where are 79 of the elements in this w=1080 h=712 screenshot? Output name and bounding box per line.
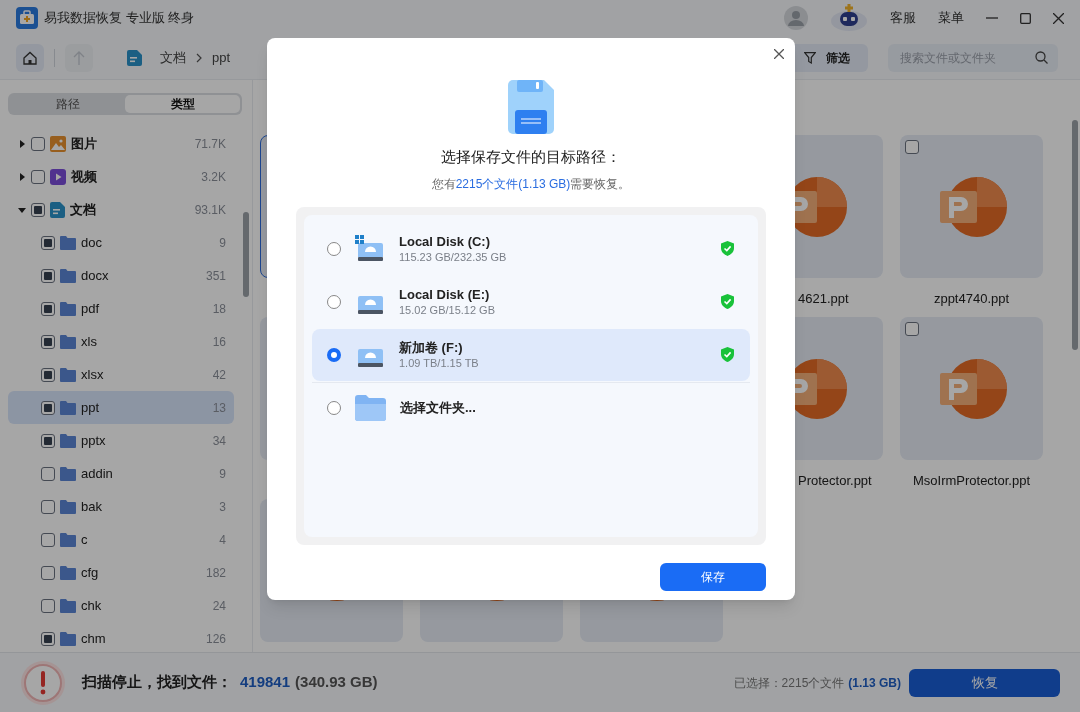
recover-button[interactable]: 恢复 [909, 668, 1060, 697]
tree-label: docx [81, 266, 109, 285]
tree-item[interactable]: pptx 34 [8, 424, 234, 457]
tree-item[interactable]: 文档 93.1K [8, 193, 234, 226]
drive-name: 新加卷 (F:) [399, 338, 464, 356]
item-count: 24 [212, 597, 226, 615]
found-count: 419841 [240, 672, 291, 693]
tree-label: xlsx [81, 365, 104, 384]
title-bar-link[interactable]: 菜单 [938, 8, 964, 28]
tree-label: 图片 [71, 134, 97, 153]
tree-item[interactable]: c 4 [8, 523, 234, 556]
title-bar-link[interactable]: 客服 [890, 8, 916, 28]
tree-label: pptx [81, 431, 106, 450]
tree-item[interactable]: xls 16 [8, 325, 234, 358]
item-count: 9 [219, 234, 226, 252]
drive-option[interactable]: Local Disk (C:) 115.23 GB/232.35 GB [312, 222, 750, 275]
file-name: MsoIrmProtector.ppt [912, 473, 1030, 488]
item-count: 34 [212, 432, 226, 450]
item-count: 13 [212, 399, 226, 417]
tree-item[interactable]: docx 351 [8, 259, 234, 292]
sidebar-tab[interactable]: 类型 [125, 95, 240, 113]
file-name: 4621.ppt [798, 291, 849, 306]
selected-summary: 已选择：2215个文件 [733, 674, 845, 692]
tree-item[interactable]: chm 126 [8, 622, 234, 655]
item-count: 4 [219, 531, 226, 549]
breadcrumb-item[interactable]: 文档 [160, 47, 186, 68]
tree-label: chm [81, 629, 106, 648]
tree-label: ppt [81, 398, 100, 417]
tree-item[interactable]: bak 3 [8, 490, 234, 523]
item-count: 71.7K [194, 135, 226, 153]
tree-item[interactable]: cfg 182 [8, 556, 234, 589]
item-count: 182 [205, 564, 226, 582]
dialog-summary: 您有2215个文件(1.13 GB)需要恢复。 [431, 175, 631, 193]
drive-option[interactable]: 新加卷 (F:) 1.09 TB/1.15 TB [312, 328, 750, 381]
item-count: 93.1K [194, 201, 226, 219]
dialog-title: 选择保存文件的目标路径： [441, 147, 621, 167]
item-count: 16 [212, 333, 226, 351]
window-title: 易我数据恢复 专业版 终身 [44, 9, 195, 28]
tree-item[interactable]: addin 9 [8, 457, 234, 490]
folder-option-label: 选择文件夹... [400, 399, 476, 418]
save-button[interactable]: 保存 [660, 562, 766, 591]
item-count: 3.2K [201, 168, 226, 186]
item-count: 18 [212, 300, 226, 318]
found-size: (340.93 GB) [295, 672, 378, 693]
sidebar-tab[interactable]: 路径 [10, 95, 125, 113]
drive-option[interactable]: Local Disk (E:) 15.02 GB/15.12 GB [312, 275, 750, 328]
tree-label: cfg [81, 563, 99, 582]
item-count: 9 [219, 465, 226, 483]
tree-item[interactable]: 图片 71.7K [8, 127, 234, 160]
tree-label: doc [81, 233, 102, 252]
tree-label: 文档 [70, 200, 96, 219]
breadcrumb-item[interactable]: ppt [212, 47, 231, 68]
tree-label: addin [81, 464, 113, 483]
tree-item[interactable]: ppt 13 [8, 391, 234, 424]
drive-name: Local Disk (E:) [399, 285, 491, 303]
drive-usage: 1.09 TB/1.15 TB [399, 355, 479, 371]
tree-item[interactable]: 视频 3.2K [8, 160, 234, 193]
tree-label: xls [81, 332, 97, 351]
file-name: Protector.ppt [798, 473, 872, 488]
tree-label: pdf [81, 299, 100, 318]
drive-usage: 15.02 GB/15.12 GB [399, 302, 495, 318]
tree-label: 视频 [71, 167, 97, 186]
item-count: 126 [205, 630, 226, 648]
drive-usage: 115.23 GB/232.35 GB [399, 249, 507, 265]
tree-item[interactable]: pdf 18 [8, 292, 234, 325]
folder-option[interactable]: 选择文件夹... [312, 381, 750, 434]
tree-item[interactable]: chk 24 [8, 589, 234, 622]
item-count: 351 [205, 267, 226, 285]
tree-label: chk [81, 596, 102, 615]
tree-label: c [81, 530, 88, 549]
item-count: 42 [212, 366, 226, 384]
tree-item[interactable]: doc 9 [8, 226, 234, 259]
tree-item[interactable]: xlsx 42 [8, 358, 234, 391]
drive-name: Local Disk (C:) [399, 232, 491, 250]
tree-label: bak [81, 497, 102, 516]
item-count: 3 [219, 498, 226, 516]
file-name: zppt4740.ppt [933, 291, 1010, 306]
scan-status-label: 扫描停止，找到文件： [82, 672, 232, 693]
selected-size: (1.13 GB) [848, 674, 901, 692]
